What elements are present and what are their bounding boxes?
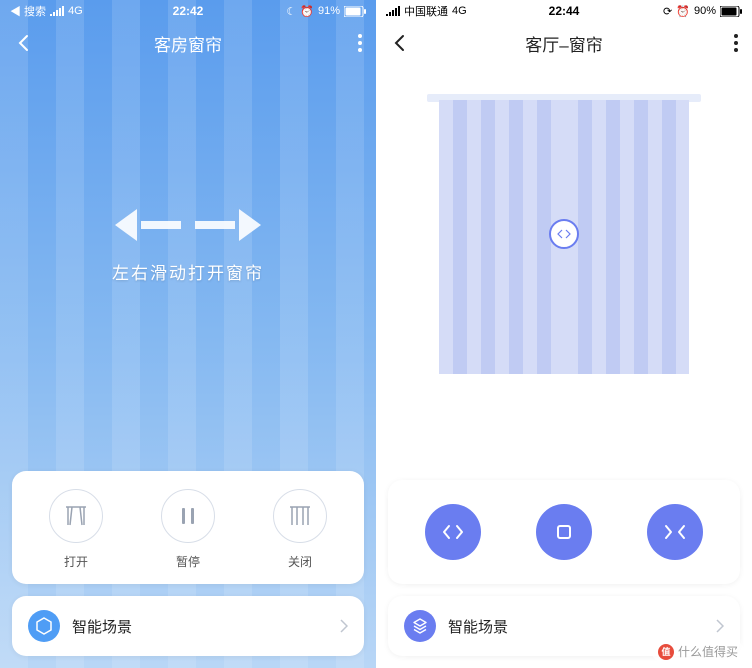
watermark: 值 什么值得买 (652, 641, 744, 662)
curtain-visual-area[interactable] (376, 64, 752, 468)
watermark-logo-icon: 值 (658, 644, 674, 660)
clock: 22:44 (549, 4, 580, 18)
clock: 22:42 (173, 4, 204, 18)
do-not-disturb-icon: ☾ (286, 5, 296, 18)
scene-label: 智能场景 (72, 616, 328, 637)
status-bar: ◀ 搜索 4G 22:42 ☾ ⏰ 91% (0, 0, 376, 22)
stop-button[interactable] (536, 504, 592, 560)
open-button[interactable] (49, 489, 103, 543)
pause-button[interactable] (161, 489, 215, 543)
chevron-right-icon (340, 619, 348, 633)
scene-icon (404, 610, 436, 642)
battery-icon (344, 6, 366, 17)
swipe-arrows-icon (115, 209, 261, 241)
control-buttons-card (388, 480, 740, 584)
close-button[interactable] (273, 489, 327, 543)
curtain-swipe-area[interactable]: 左右滑动打开窗帘 (0, 34, 376, 459)
status-bar: 中国联通 4G 22:44 ⟳ ⏰ 90% (376, 0, 752, 22)
alarm-icon: ⏰ (300, 5, 314, 18)
open-button[interactable] (425, 504, 481, 560)
watermark-text: 什么值得买 (678, 643, 738, 660)
orientation-lock-icon: ⟳ (663, 5, 672, 18)
carrier-label: 中国联通 (404, 3, 448, 19)
swipe-hint-text: 左右滑动打开窗帘 (112, 259, 264, 284)
signal-icon (386, 6, 400, 16)
scene-icon (28, 610, 60, 642)
more-button[interactable] (734, 34, 738, 52)
back-to-search[interactable]: ◀ 搜索 (10, 3, 46, 19)
battery-icon (720, 6, 742, 17)
curtain-panel-right (564, 100, 689, 374)
chevron-right-icon (716, 619, 724, 633)
network-label: 4G (452, 5, 467, 17)
control-buttons-card: 打开 暂停 关闭 (12, 471, 364, 584)
curtain-slider-handle[interactable] (549, 219, 579, 249)
scene-label: 智能场景 (448, 616, 704, 637)
page-title: 客厅–窗帘 (525, 31, 602, 56)
back-button[interactable] (390, 33, 410, 53)
alarm-icon: ⏰ (676, 5, 690, 18)
pause-label: 暂停 (176, 553, 200, 570)
close-label: 关闭 (288, 553, 312, 570)
smart-scene-row[interactable]: 智能场景 (12, 596, 364, 656)
open-label: 打开 (64, 553, 88, 570)
close-button[interactable] (647, 504, 703, 560)
curtain-panel-left (439, 100, 564, 374)
battery-pct: 90% (694, 5, 716, 17)
network-label: 4G (68, 5, 83, 17)
signal-icon (50, 6, 64, 16)
battery-pct: 91% (318, 5, 340, 17)
nav-bar: 客厅–窗帘 (376, 22, 752, 64)
curtain-illustration (439, 94, 689, 374)
